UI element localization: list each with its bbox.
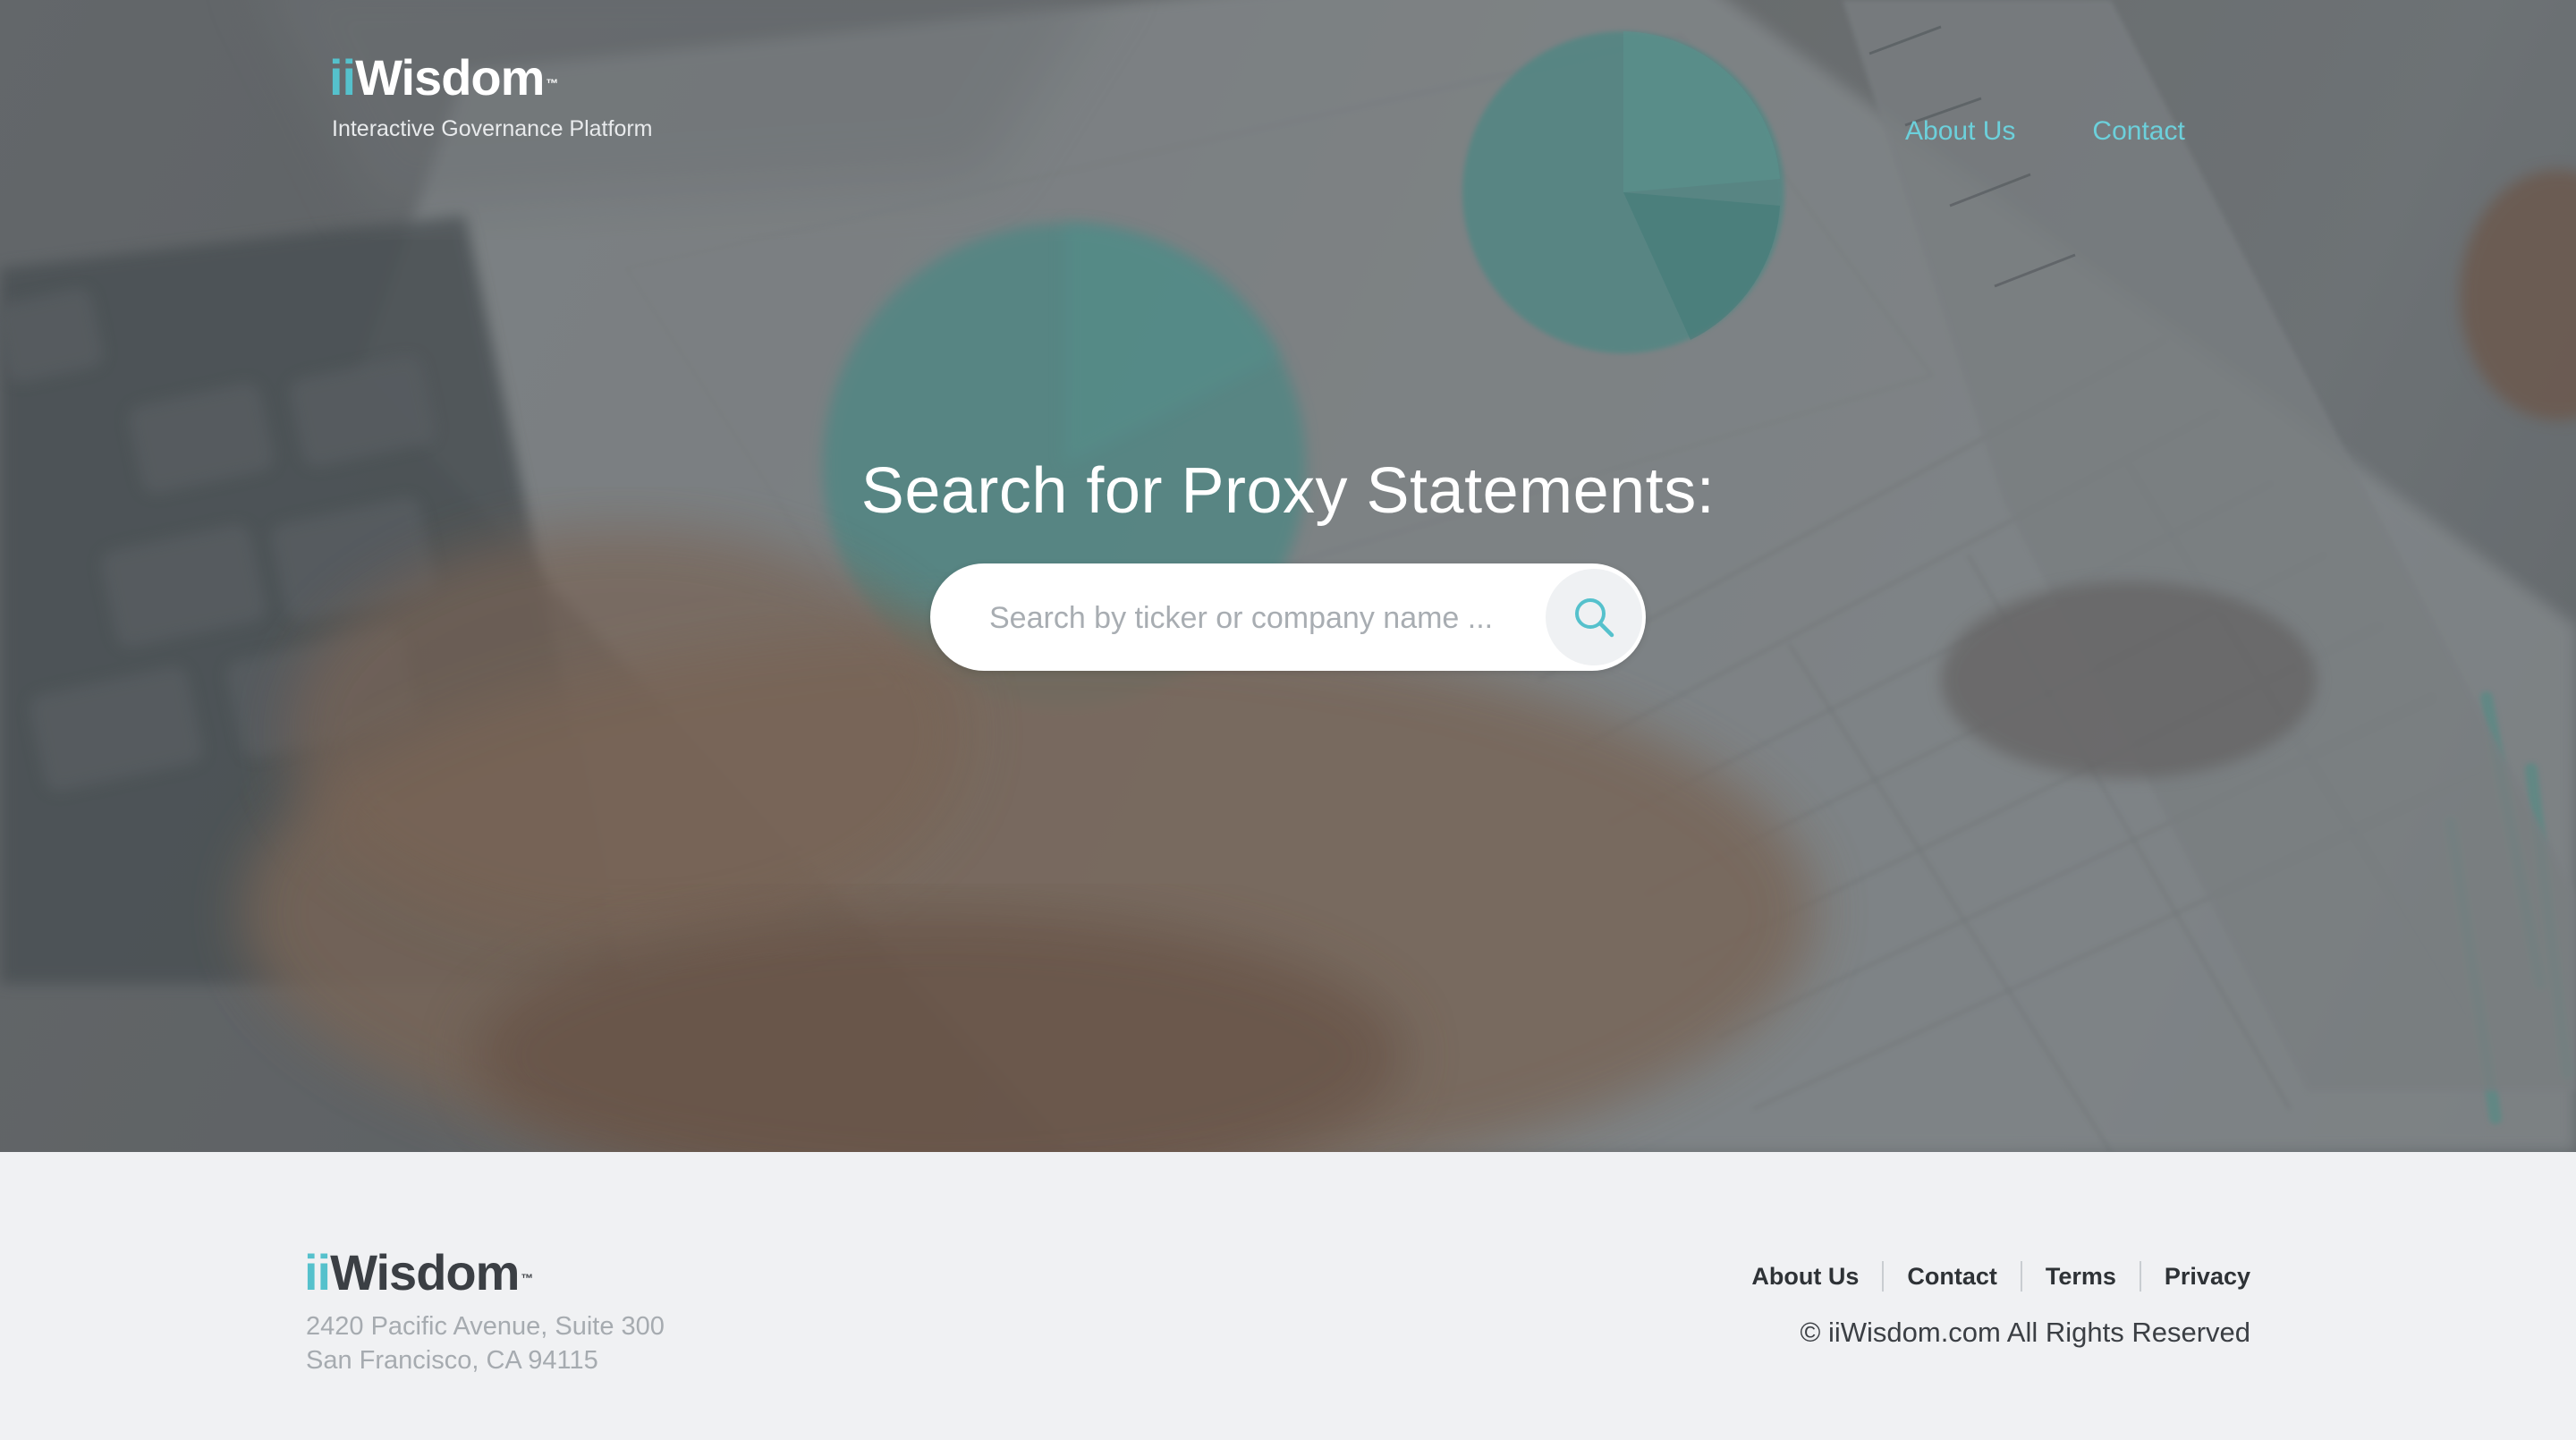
logo-main: Wisdom <box>355 49 545 106</box>
page-title: Search for Proxy Statements: <box>860 455 1716 527</box>
address-line-1: 2420 Pacific Avenue, Suite 300 <box>306 1312 665 1341</box>
search-button[interactable] <box>1546 569 1642 665</box>
footer-link-divider <box>2020 1261 2022 1292</box>
footer-links: About Us Contact Terms Privacy <box>1751 1261 2250 1292</box>
footer-address: 2420 Pacific Avenue, Suite 300 San Franc… <box>306 1309 665 1377</box>
search-icon <box>1575 598 1614 638</box>
tagline: Interactive Governance Platform <box>332 116 653 141</box>
footer-brand: iiWisdom ™ 2420 Pacific Avenue, Suite 300… <box>304 1241 665 1377</box>
footer-logo[interactable]: iiWisdom ™ <box>304 1241 665 1304</box>
search-input[interactable] <box>987 590 1528 646</box>
hero-section: iiWisdom ™ Interactive Governance Platfor… <box>0 0 2576 1152</box>
copyright: © iiWisdom.com All Rights Reserved <box>1800 1317 2250 1348</box>
address-line-2: San Francisco, CA 94115 <box>306 1346 598 1375</box>
logo-main: Wisdom <box>330 1244 520 1300</box>
logo-prefix: ii <box>304 1244 331 1300</box>
nav-contact-link[interactable]: Contact <box>2092 116 2184 147</box>
footer-link-divider <box>2139 1261 2141 1292</box>
header-brand: iiWisdom ™ Interactive Governance Platfor… <box>329 47 653 142</box>
header-logo[interactable]: iiWisdom ™ <box>329 47 653 109</box>
footer: iiWisdom ™ 2420 Pacific Avenue, Suite 300… <box>0 1152 2576 1440</box>
footer-link-divider <box>1882 1261 1885 1292</box>
search-bar <box>930 563 1646 671</box>
header-nav: About Us Contact <box>1905 116 2185 147</box>
footer-contact-link[interactable]: Contact <box>1907 1263 1997 1291</box>
logo-prefix: ii <box>329 49 356 106</box>
nav-about-link[interactable]: About Us <box>1905 116 2015 147</box>
footer-privacy-link[interactable]: Privacy <box>2165 1263 2250 1291</box>
logo-trademark: ™ <box>546 76 558 90</box>
footer-terms-link[interactable]: Terms <box>2046 1263 2116 1291</box>
footer-about-link[interactable]: About Us <box>1751 1263 1859 1291</box>
logo-trademark: ™ <box>521 1271 533 1285</box>
